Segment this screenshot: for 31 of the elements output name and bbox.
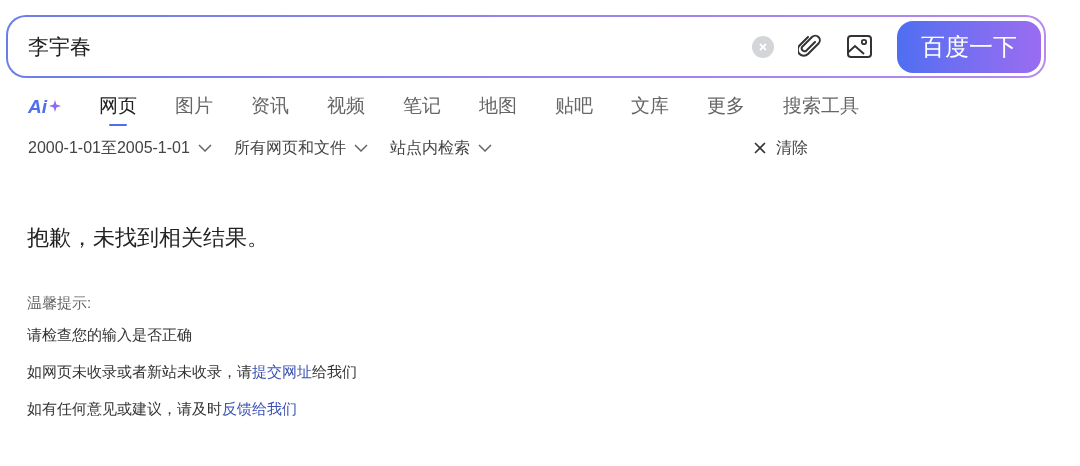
chevron-down-icon xyxy=(477,144,492,152)
filter-dropdown[interactable]: 2000-1-01至2005-1-01 xyxy=(28,136,212,160)
tip-text: 请检查您的输入是否正确 xyxy=(27,324,192,345)
clear-filters-button[interactable]: 清除 xyxy=(754,136,808,160)
tip-link[interactable]: 反馈给我们 xyxy=(222,399,297,417)
nav-tab[interactable]: 更多 xyxy=(707,95,745,129)
nav-tab[interactable]: 贴吧 xyxy=(555,95,593,129)
search-button[interactable]: 百度一下 xyxy=(897,20,1041,73)
nav-tab[interactable]: 网页 xyxy=(99,95,137,129)
nav-tab[interactable]: 资讯 xyxy=(251,95,289,129)
search-field[interactable]: 李宇春 百度一下 xyxy=(6,15,1046,78)
no-results-message: 抱歉，未找到相关结果。 xyxy=(26,224,270,252)
tip-link[interactable]: 提交网址 xyxy=(252,362,312,380)
tip-text: 如有任何意见或建议，请及时反馈给我们 xyxy=(27,398,297,419)
nav-tab[interactable]: 搜索工具 xyxy=(783,95,859,129)
tips-title: 温馨提示: xyxy=(26,293,93,313)
nav-tab[interactable]: 文库 xyxy=(631,95,669,129)
chevron-down-icon xyxy=(353,144,368,152)
nav-tab[interactable]: 图片 xyxy=(175,95,213,129)
close-icon xyxy=(754,142,766,154)
nav-tab[interactable]: 地图 xyxy=(479,95,517,129)
paperclip-icon[interactable] xyxy=(798,33,822,60)
filter-dropdown[interactable]: 所有网页和文件 xyxy=(233,136,368,160)
tip-text: 如网页未收录或者新站未收录，请提交网址给我们 xyxy=(27,361,357,382)
nav-tab[interactable]: 笔记 xyxy=(403,95,441,129)
sparkle-icon xyxy=(49,100,61,112)
filter-dropdown[interactable]: 站点内检索 xyxy=(389,136,492,160)
chevron-down-icon xyxy=(197,144,212,152)
ai-logo[interactable]: Ai xyxy=(28,95,61,117)
image-icon[interactable] xyxy=(847,35,872,58)
nav-tab[interactable]: 视频 xyxy=(327,95,365,129)
